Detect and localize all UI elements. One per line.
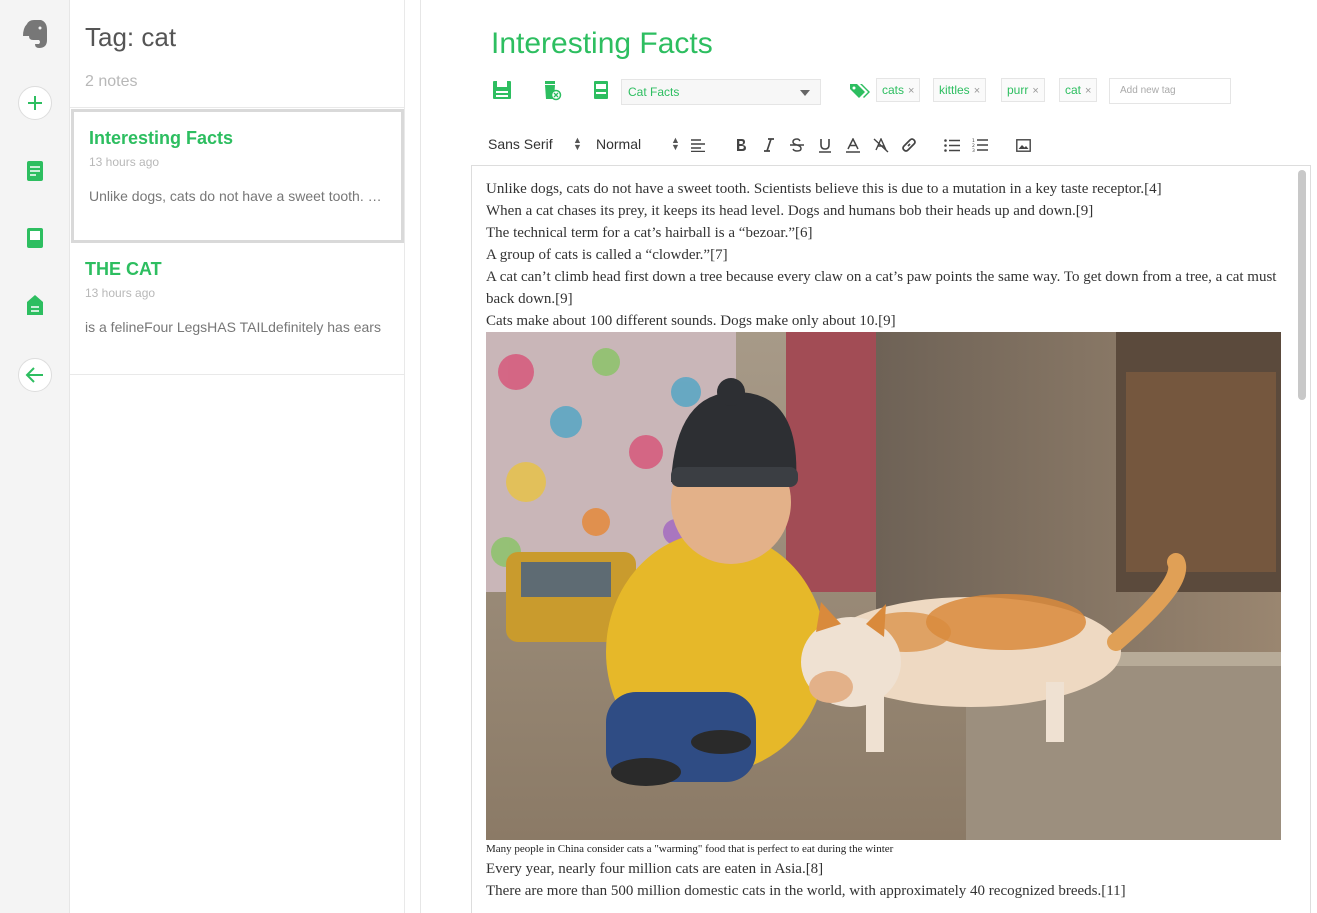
font-size-select[interactable]: Normal ▲ ▼ [596, 136, 680, 153]
note-card-snippet: is a felineFour LegsHAS TAILdefinitely h… [85, 319, 381, 335]
remove-tag-icon[interactable]: × [974, 85, 980, 97]
tag-chip-label: cat [1065, 83, 1082, 97]
chevron-down-icon [800, 90, 810, 96]
note-editor: Interesting Facts Cat Facts cats × kittle… [421, 0, 1317, 913]
tag-chip[interactable]: kittles × [933, 78, 987, 102]
back-arrow-icon [18, 358, 52, 392]
notebook-select[interactable]: Cat Facts [621, 79, 821, 105]
strikethrough-icon[interactable] [788, 136, 806, 154]
tags-icon[interactable] [0, 294, 70, 316]
align-left-icon[interactable] [689, 136, 707, 154]
paragraph: There are more than 500 million domestic… [486, 883, 1126, 899]
app-sidebar [0, 0, 70, 913]
note-body[interactable]: Unlike dogs, cats do not have a sweet to… [486, 178, 1286, 902]
note-card-title: Interesting Facts [89, 128, 234, 148]
paragraph: Every year, nearly four million cats are… [486, 861, 824, 877]
save-icon[interactable] [491, 78, 513, 102]
paragraph: A group of cats is called a “clowder.”[7… [486, 247, 728, 263]
updown-arrows-icon: ▲ ▼ [671, 135, 680, 152]
tag-icon [848, 78, 872, 102]
remove-tag-icon[interactable]: × [908, 85, 914, 97]
tag-title: Tag: cat [85, 22, 177, 52]
note-photo-child-feeding-cat[interactable] [486, 332, 1281, 840]
photo-caption: Many people in China consider cats a "wa… [486, 843, 894, 855]
tag-chip[interactable]: cat × [1059, 78, 1098, 102]
remove-tag-icon[interactable]: × [1032, 85, 1038, 97]
new-note-button[interactable] [0, 86, 70, 120]
remove-tag-icon[interactable]: × [1085, 85, 1091, 97]
divider [70, 107, 405, 108]
insert-image-icon[interactable] [1014, 136, 1032, 154]
tag-chip-label: cats [882, 83, 905, 97]
note-body-editor[interactable]: Unlike dogs, cats do not have a sweet to… [471, 165, 1311, 913]
editor-scrollbar[interactable] [1298, 170, 1306, 400]
paragraph: When a cat chases its prey, it keeps its… [486, 203, 1094, 219]
notebook-select-value: Cat Facts [628, 85, 680, 99]
note-title[interactable]: Interesting Facts [491, 27, 713, 61]
note-count: 2 notes [85, 73, 138, 90]
tag-chip-label: purr [1007, 83, 1029, 97]
plus-icon [18, 86, 52, 120]
note-card[interactable]: THE CAT 13 hours ago is a felineFour Leg… [70, 245, 405, 375]
tag-chip[interactable]: purr × [1001, 78, 1045, 102]
svg-text:3: 3 [972, 148, 975, 152]
link-icon[interactable] [900, 136, 918, 154]
tag-chip[interactable]: cats × [876, 78, 921, 102]
delete-icon[interactable] [541, 78, 563, 102]
italic-icon[interactable] [760, 136, 778, 154]
tag-chip-label: kittles [939, 83, 970, 97]
paragraph: A cat can’t climb head first down a tree… [486, 269, 1277, 307]
elephant-logo-icon[interactable] [0, 18, 70, 50]
paragraph: The technical term for a cat’s hairball … [486, 225, 813, 241]
bold-icon[interactable] [732, 136, 750, 154]
underline-icon[interactable] [816, 136, 834, 154]
font-family-select[interactable]: Sans Serif ▲ ▼ [488, 136, 582, 153]
note-toolbar: Cat Facts cats × kittles × purr × cat × Add … [491, 76, 1291, 106]
note-card-snippet: Unlike dogs, cats do not have a sweet to… [89, 188, 385, 204]
font-family-value: Sans Serif [488, 136, 553, 152]
numbered-list-icon[interactable]: 123 [971, 136, 989, 154]
formatting-toolbar: Sans Serif ▲ ▼ Normal ▲ ▼ 1 2 3 [471, 130, 1311, 160]
clear-format-icon[interactable] [872, 136, 890, 154]
text-color-icon[interactable] [844, 136, 862, 154]
font-size-value: Normal [596, 136, 642, 152]
note-card-time: 13 hours ago [89, 155, 160, 169]
note-card-selected[interactable]: Interesting Facts 13 hours ago Unlike do… [71, 109, 404, 243]
updown-arrows-icon: ▲ ▼ [573, 135, 582, 152]
note-list-panel: Tag: cat 2 notes Interesting Facts 13 ho… [70, 0, 421, 913]
back-button[interactable] [0, 358, 70, 392]
note-card-title: THE CAT [85, 259, 162, 279]
notes-icon[interactable] [0, 160, 70, 182]
paragraph: Unlike dogs, cats do not have a sweet to… [486, 181, 1162, 197]
add-tag-input[interactable]: Add new tag [1109, 78, 1231, 104]
note-card-time: 13 hours ago [85, 286, 156, 300]
notebook-icon [590, 78, 612, 102]
paragraph: Cats make about 100 different sounds. Do… [486, 313, 896, 329]
notebooks-icon[interactable] [0, 227, 70, 249]
bullet-list-icon[interactable] [943, 136, 961, 154]
